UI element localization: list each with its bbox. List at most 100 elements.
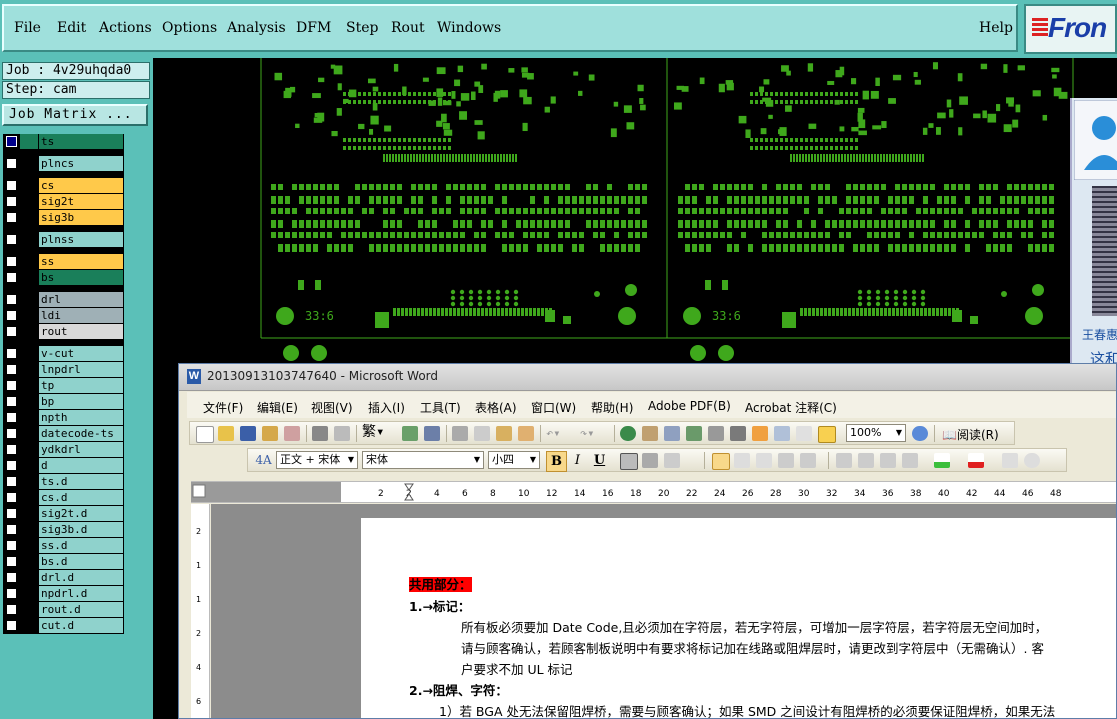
- word-menu-view[interactable]: 视图(V): [311, 399, 353, 416]
- layer-row-ts.d[interactable]: ts.d: [3, 474, 124, 489]
- copy-icon[interactable]: [474, 426, 490, 441]
- menu-options[interactable]: Options: [162, 20, 217, 36]
- bullets-icon[interactable]: [858, 453, 874, 468]
- layer-row-cs[interactable]: cs: [3, 178, 124, 193]
- align-right-icon[interactable]: [756, 453, 772, 468]
- enclose-char-icon[interactable]: [1024, 453, 1040, 468]
- layer-name[interactable]: npdrl.d: [39, 586, 123, 601]
- layer-checkbox[interactable]: [6, 294, 17, 305]
- insert-excel-icon[interactable]: [686, 426, 702, 441]
- layer-name[interactable]: cs: [39, 178, 123, 193]
- menu-step[interactable]: Step: [346, 20, 378, 36]
- layer-row-bs[interactable]: bs: [3, 270, 124, 285]
- print-preview-icon[interactable]: [334, 426, 350, 441]
- layer-checkbox[interactable]: [6, 256, 17, 267]
- font-color-icon[interactable]: [968, 453, 984, 468]
- show-hide-icon[interactable]: [774, 426, 790, 441]
- highlight-mode-icon[interactable]: [818, 426, 836, 443]
- layer-row-lnpdrl[interactable]: lnpdrl: [3, 362, 124, 377]
- open-folder-icon[interactable]: [218, 426, 234, 441]
- menu-rout[interactable]: Rout: [391, 20, 425, 36]
- tables-borders-icon[interactable]: [642, 426, 658, 441]
- layer-row-npth[interactable]: npth: [3, 410, 124, 425]
- highlight-color-icon[interactable]: [934, 453, 950, 468]
- layer-name[interactable]: ydkdrl: [39, 442, 123, 457]
- menu-file[interactable]: File: [14, 20, 41, 36]
- layer-row-npdrl.d[interactable]: npdrl.d: [3, 586, 124, 601]
- layer-row-plnss[interactable]: plnss: [3, 232, 124, 247]
- line-spacing-icon[interactable]: [800, 453, 816, 468]
- tab-stop-icon[interactable]: [192, 484, 206, 498]
- new-doc-icon[interactable]: [196, 426, 214, 443]
- insert-table-icon[interactable]: [664, 426, 680, 441]
- word-title-bar[interactable]: W 20130913103747640 - Microsoft Word: [179, 364, 1116, 391]
- layer-name[interactable]: ss: [39, 254, 123, 269]
- layer-checkbox[interactable]: [6, 572, 17, 583]
- undo-icon[interactable]: ↶▾: [546, 426, 576, 441]
- save-icon[interactable]: [240, 426, 256, 441]
- layer-checkbox[interactable]: [6, 604, 17, 615]
- layer-checkbox[interactable]: [6, 136, 17, 147]
- layer-name[interactable]: datecode-ts: [39, 426, 123, 441]
- underline-button[interactable]: U: [590, 451, 609, 470]
- layer-row-ss[interactable]: ss: [3, 254, 124, 269]
- align-center-icon[interactable]: [734, 453, 750, 468]
- ink-icon[interactable]: [796, 426, 812, 441]
- layer-name[interactable]: sig2t.d: [39, 506, 123, 521]
- layer-checkbox[interactable]: [6, 444, 17, 455]
- vertical-ruler[interactable]: 2 1 1 2 4 6: [191, 504, 210, 718]
- char-border-icon[interactable]: [620, 453, 638, 470]
- layer-checkbox[interactable]: [6, 508, 17, 519]
- columns-icon[interactable]: [708, 426, 724, 441]
- layer-name[interactable]: ts: [39, 134, 123, 149]
- layer-checkbox[interactable]: [6, 326, 17, 337]
- layer-checkbox[interactable]: [6, 234, 17, 245]
- layer-checkbox[interactable]: [6, 588, 17, 599]
- cut-icon[interactable]: [452, 426, 468, 441]
- layer-row-sig2t[interactable]: sig2t: [3, 194, 124, 209]
- layer-checkbox[interactable]: [6, 524, 17, 535]
- menu-windows[interactable]: Windows: [437, 20, 501, 36]
- layer-checkbox[interactable]: [6, 380, 17, 391]
- layer-row-sig3b[interactable]: sig3b: [3, 210, 124, 225]
- menu-dfm[interactable]: DFM: [296, 20, 331, 36]
- menu-help[interactable]: Help: [979, 20, 1013, 36]
- layer-row-cs.d[interactable]: cs.d: [3, 490, 124, 505]
- word-menu-file[interactable]: 文件(F): [203, 399, 243, 416]
- layer-checkbox[interactable]: [6, 348, 17, 359]
- word-menu-insert[interactable]: 插入(I): [368, 399, 405, 416]
- layer-name[interactable]: d: [39, 458, 123, 473]
- menu-actions[interactable]: Actions: [99, 20, 152, 36]
- layer-row-ydkdrl[interactable]: ydkdrl: [3, 442, 124, 457]
- layer-checkbox[interactable]: [6, 428, 17, 439]
- traditional-chinese-icon[interactable]: 繁▾: [362, 425, 396, 440]
- layer-name[interactable]: tp: [39, 378, 123, 393]
- menu-edit[interactable]: Edit: [57, 20, 86, 36]
- layer-row-drl.d[interactable]: drl.d: [3, 570, 124, 585]
- char-scale-icon[interactable]: [664, 453, 680, 468]
- layer-name[interactable]: rout: [39, 324, 123, 339]
- layer-checkbox[interactable]: [6, 620, 17, 631]
- layer-row-ts[interactable]: ts: [3, 134, 124, 149]
- zoom-combo[interactable]: 100% ▼: [846, 424, 906, 442]
- word-menu-table[interactable]: 表格(A): [475, 399, 517, 416]
- spellcheck-icon[interactable]: [402, 426, 418, 441]
- layer-name[interactable]: npth: [39, 410, 123, 425]
- align-left-icon[interactable]: [712, 453, 730, 470]
- layer-name[interactable]: sig3b: [39, 210, 123, 225]
- layer-row-drl[interactable]: drl: [3, 292, 124, 307]
- word-menu-edit[interactable]: 编辑(E): [257, 399, 298, 416]
- layer-checkbox[interactable]: [6, 476, 17, 487]
- styles-pane-icon[interactable]: 4A: [254, 451, 273, 470]
- layer-row-rout[interactable]: rout: [3, 324, 124, 339]
- paste-icon[interactable]: [496, 426, 512, 441]
- hyperlink-icon[interactable]: [620, 426, 636, 441]
- italic-button[interactable]: I: [568, 451, 587, 470]
- layer-checkbox[interactable]: [6, 492, 17, 503]
- layer-name[interactable]: v-cut: [39, 346, 123, 361]
- layer-row-ss.d[interactable]: ss.d: [3, 538, 124, 553]
- help-icon[interactable]: [912, 426, 928, 441]
- layer-name[interactable]: rout.d: [39, 602, 123, 617]
- decrease-indent-icon[interactable]: [880, 453, 896, 468]
- layer-name[interactable]: drl: [39, 292, 123, 307]
